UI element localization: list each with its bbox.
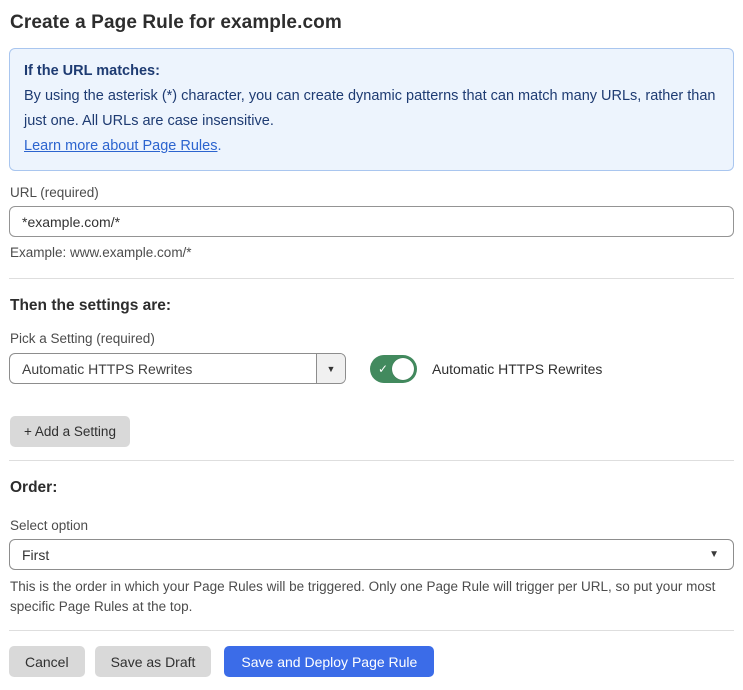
setting-toggle-label: Automatic HTTPS Rewrites: [432, 360, 603, 377]
url-example-text: Example: www.example.com/*: [10, 245, 192, 260]
url-field-label: URL (required): [10, 185, 99, 200]
settings-section-heading: Then the settings are:: [10, 297, 172, 314]
setting-picker-value: Automatic HTTPS Rewrites: [22, 360, 193, 377]
save-and-deploy-button[interactable]: Save and Deploy Page Rule: [224, 646, 435, 677]
page-title: Create a Page Rule for example.com: [10, 12, 342, 33]
order-section-heading: Order:: [10, 479, 58, 496]
learn-more-link[interactable]: Learn more about Page Rules: [24, 138, 217, 154]
link-period: .: [217, 138, 222, 154]
setting-picker-label: Pick a Setting (required): [10, 331, 155, 346]
order-select-value: First: [22, 546, 50, 563]
add-setting-button[interactable]: + Add a Setting: [10, 416, 130, 447]
order-select[interactable]: First ▼: [9, 539, 734, 570]
order-help-text: This is the order in which your Page Rul…: [10, 579, 716, 614]
info-body: By using the asterisk (*) character, you…: [24, 88, 716, 129]
footer-divider: [9, 630, 734, 631]
dropdown-arrow-icon[interactable]: ▼: [316, 354, 345, 383]
setting-row: Automatic HTTPS Rewrites ▼ ✓ Automatic H…: [9, 353, 734, 384]
save-as-draft-button[interactable]: Save as Draft: [94, 646, 212, 677]
toggle-knob: [392, 357, 414, 380]
url-match-info-callout: If the URL matches: By using the asteris…: [9, 48, 734, 171]
order-select-label: Select option: [10, 518, 89, 533]
setting-toggle[interactable]: ✓: [370, 354, 417, 383]
url-input[interactable]: [9, 206, 734, 237]
check-icon: ✓: [378, 361, 389, 376]
select-arrow-icon: ▼: [709, 549, 719, 560]
section-divider: [9, 460, 734, 461]
info-link-row: Learn more about Page Rules.: [24, 134, 719, 159]
cancel-button[interactable]: Cancel: [9, 646, 85, 677]
footer-actions: Cancel Save as Draft Save and Deploy Pag…: [9, 646, 734, 677]
create-page-rule-form: Create a Page Rule for example.com If th…: [0, 0, 743, 690]
setting-picker-dropdown[interactable]: Automatic HTTPS Rewrites ▼: [9, 353, 346, 384]
info-heading: If the URL matches:: [24, 63, 160, 79]
section-divider: [9, 278, 734, 279]
